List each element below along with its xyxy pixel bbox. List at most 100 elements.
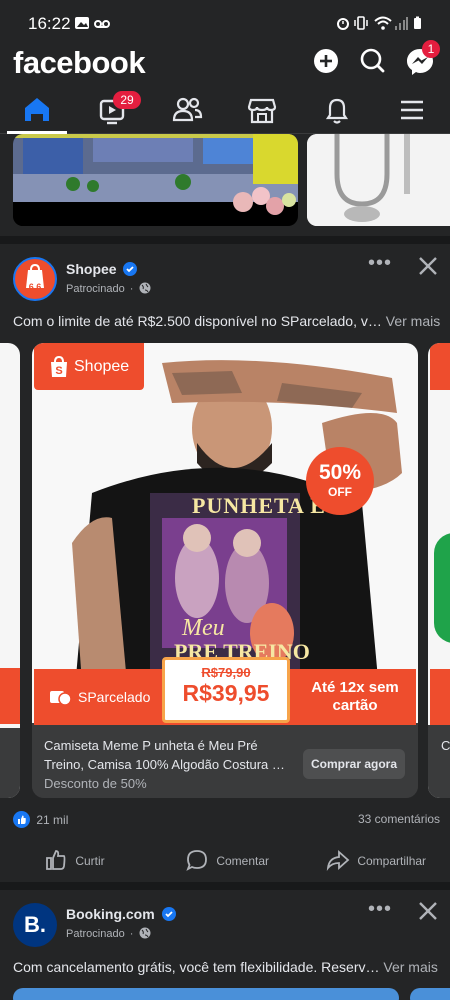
previous-post-image-pool[interactable]	[13, 134, 298, 226]
messenger-button[interactable]: 1	[404, 40, 440, 80]
post-author-name[interactable]: Shopee	[66, 261, 138, 277]
post-options-button[interactable]: •••	[368, 898, 392, 921]
tab-video[interactable]: 29	[82, 90, 142, 134]
main-nav-bar: 29	[0, 90, 450, 134]
sponsored-label: Patrocinado	[66, 928, 125, 940]
shopee-brand-badge: S Shopee	[34, 343, 144, 390]
video-badge: 29	[113, 91, 141, 109]
carousel-next-card[interactable]: C	[428, 343, 450, 798]
post-meta: Patrocinado ·	[66, 927, 151, 940]
share-label: Compartilhar	[357, 854, 427, 868]
post-meta: Patrocinado ·	[66, 282, 151, 295]
like-reaction-icon	[13, 811, 30, 828]
see-more-link[interactable]: Ver mais	[383, 959, 437, 975]
post-separator	[0, 882, 450, 890]
discount-percent: 50%	[318, 461, 362, 484]
share-button[interactable]: Compartilhar	[326, 848, 426, 872]
post-separator	[0, 236, 450, 244]
old-price: R$79,90	[201, 665, 251, 680]
new-price: R$39,95	[182, 680, 270, 706]
shopee-brand-text: Shopee	[74, 358, 130, 375]
post-author-name[interactable]: Booking.com	[66, 906, 176, 922]
next-card-banner	[430, 669, 450, 725]
status-time: 16:22	[28, 14, 71, 33]
avatar-label: 6.6	[28, 282, 42, 292]
stethoscope-image	[307, 134, 450, 226]
price-box: R$79,90 R$39,95	[162, 657, 290, 723]
post-options-button[interactable]: •••	[368, 252, 392, 275]
see-more-link[interactable]: Ver mais	[386, 313, 440, 329]
messenger-badge: 1	[422, 40, 440, 58]
tab-friends[interactable]	[157, 90, 217, 134]
booking-carousel-image[interactable]	[13, 988, 399, 1000]
sparcelado-label: SParcelado	[78, 689, 151, 705]
product-description: Desconto de 50%	[44, 776, 147, 791]
tab-home[interactable]	[7, 90, 67, 134]
comments-count[interactable]: 33 comentários	[358, 812, 440, 826]
share-icon	[326, 849, 350, 871]
vibrate-icon	[354, 16, 368, 30]
reactions-count: 21 mil	[36, 813, 69, 827]
comment-label: Comentar	[216, 854, 270, 868]
globe-icon	[139, 927, 151, 939]
author-name-text: Shopee	[66, 261, 117, 277]
prev-card-banner	[0, 668, 20, 724]
discount-bubble: 50% OFF	[306, 447, 374, 515]
hamburger-menu-icon	[401, 100, 423, 120]
search-icon[interactable]	[356, 46, 390, 80]
card-footer: Camiseta Meme P unheta é Meu Pré Treino,…	[32, 725, 418, 798]
carousel-product-card[interactable]: PUNHETA É Meu PRE TREINO S Shopee 50% OF…	[32, 343, 418, 798]
signal-icon	[395, 17, 408, 30]
app-header: facebook 1	[0, 40, 450, 86]
svg-text:S: S	[55, 365, 62, 377]
reactions-summary[interactable]: 21 mil	[13, 811, 68, 828]
voicemail-icon	[94, 20, 110, 28]
prev-card-footer	[0, 728, 20, 798]
price-banner: SParcelado R$79,90 R$39,95 Até 12x sem c…	[34, 657, 416, 725]
marketplace-icon	[247, 98, 277, 124]
shopee-bag-icon	[26, 263, 44, 288]
booking-avatar-label: B.	[24, 912, 46, 937]
post-body-text: Com cancelamento grátis, você tem flexib…	[13, 959, 380, 975]
installments-text: Até 12x sem cartão	[311, 679, 399, 714]
friends-icon	[172, 97, 203, 122]
comment-button[interactable]: Comentar	[185, 848, 269, 872]
next-card-title-fragment: C	[441, 738, 450, 753]
previous-post-image-stethoscope[interactable]	[307, 134, 450, 226]
discount-off: OFF	[328, 485, 352, 499]
close-icon[interactable]	[417, 900, 439, 922]
wifi-icon	[374, 16, 392, 30]
next-card-footer: C	[428, 725, 450, 798]
close-icon[interactable]	[417, 255, 439, 277]
battery-icon	[414, 16, 421, 29]
home-icon	[25, 98, 49, 121]
booking-carousel-next-image[interactable]	[410, 988, 450, 1000]
post-body-text: Com o limite de até R$2.500 disponível n…	[13, 313, 382, 329]
tab-menu[interactable]	[382, 90, 442, 134]
facebook-feed-screen: 16:22 facebook 1 29 6.6 Shopee Patrocina…	[0, 0, 450, 1000]
pool-aerial-image	[13, 134, 298, 226]
buy-now-button[interactable]: Comprar agora	[303, 749, 405, 779]
booking-avatar[interactable]: B.	[13, 903, 57, 947]
sponsored-label: Patrocinado	[66, 283, 125, 295]
create-post-button[interactable]	[309, 46, 343, 80]
product-title: Camiseta Meme P unheta é Meu Pré Treino,…	[44, 738, 285, 772]
post-text: Com cancelamento grátis, você tem flexib…	[13, 959, 438, 975]
carousel-previous-card[interactable]	[0, 343, 20, 798]
tab-marketplace[interactable]	[232, 90, 292, 134]
sparcelado-logo-icon	[50, 691, 72, 706]
tab-notifications[interactable]	[307, 90, 367, 134]
author-name-text: Booking.com	[66, 906, 155, 922]
shopee-logo-icon: S	[51, 356, 67, 377]
like-button[interactable]: Curtir	[44, 848, 105, 872]
status-bar: 16:22	[0, 0, 450, 46]
gallery-notification-icon	[75, 17, 89, 29]
post-text: Com o limite de até R$2.500 disponível n…	[13, 313, 440, 329]
comment-icon	[186, 850, 207, 871]
shopee-avatar[interactable]: 6.6	[13, 257, 57, 301]
globe-icon	[139, 282, 151, 294]
like-label: Curtir	[75, 854, 105, 868]
facebook-logo[interactable]: facebook	[13, 45, 146, 81]
next-card-badge	[430, 343, 450, 390]
verified-badge-icon	[123, 262, 138, 276]
